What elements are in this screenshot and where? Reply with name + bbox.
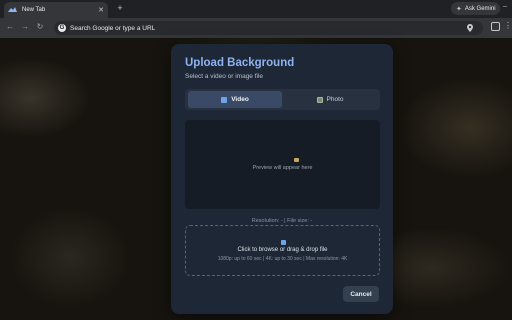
google-g-icon: G bbox=[58, 24, 66, 32]
ask-gemini-label: Ask Gemini bbox=[464, 5, 496, 12]
dialog-title: Upload Background bbox=[185, 57, 295, 69]
preview-placeholder: Preview will appear here bbox=[252, 165, 313, 171]
tab-video[interactable]: Video bbox=[188, 91, 282, 108]
tab-strip: New Tab ✕ + ✦ Ask Gemini – bbox=[0, 0, 512, 18]
reload-icon[interactable]: ↻ bbox=[35, 22, 45, 32]
tab-video-label: Video bbox=[231, 96, 249, 103]
new-tab-favicon-icon bbox=[8, 7, 17, 12]
dropzone-instruction: Click to browse or drag & drop file bbox=[237, 247, 328, 253]
media-type-toggle: Video Photo bbox=[185, 89, 380, 110]
file-dropzone[interactable]: Click to browse or drag & drop file 1080… bbox=[185, 225, 380, 276]
location-pin-icon[interactable] bbox=[467, 24, 473, 32]
dialog-subtitle: Select a video or image file bbox=[185, 73, 264, 80]
more-menu-icon[interactable]: ⋮ bbox=[504, 21, 512, 30]
back-icon[interactable]: ← bbox=[5, 22, 15, 32]
window-minimize-icon[interactable]: – bbox=[503, 3, 507, 10]
tab-photo[interactable]: Photo bbox=[283, 91, 377, 108]
video-icon bbox=[221, 96, 228, 103]
browser-toolbar: ← → ↻ G Search Google or type a URL ⋮ bbox=[0, 18, 512, 38]
omnibox[interactable]: G Search Google or type a URL bbox=[54, 21, 483, 35]
upload-icon bbox=[281, 240, 286, 245]
folder-icon bbox=[294, 158, 299, 162]
dropzone-limits: 1080p: up to 60 sec | 4K: up to 30 sec |… bbox=[217, 256, 348, 262]
resolution-info: Resolution: - | File size: - bbox=[251, 218, 313, 224]
new-tab-button[interactable]: + bbox=[114, 2, 126, 14]
cancel-button[interactable]: Cancel bbox=[343, 286, 379, 302]
omnibox-placeholder: Search Google or type a URL bbox=[70, 24, 156, 32]
ask-gemini-button[interactable]: ✦ Ask Gemini bbox=[451, 2, 500, 15]
gemini-sparkle-icon: ✦ bbox=[456, 5, 462, 13]
tab-close-icon[interactable]: ✕ bbox=[98, 7, 104, 14]
preview-area: Preview will appear here bbox=[185, 120, 380, 209]
forward-icon[interactable]: → bbox=[20, 22, 30, 32]
upload-background-dialog: Upload Background Select a video or imag… bbox=[171, 44, 393, 314]
photo-icon bbox=[316, 96, 323, 103]
tab-photo-label: Photo bbox=[326, 96, 344, 103]
tab-new-tab[interactable]: New Tab ✕ bbox=[4, 2, 108, 18]
tab-title: New Tab bbox=[22, 7, 46, 13]
extensions-icon[interactable] bbox=[491, 22, 500, 31]
